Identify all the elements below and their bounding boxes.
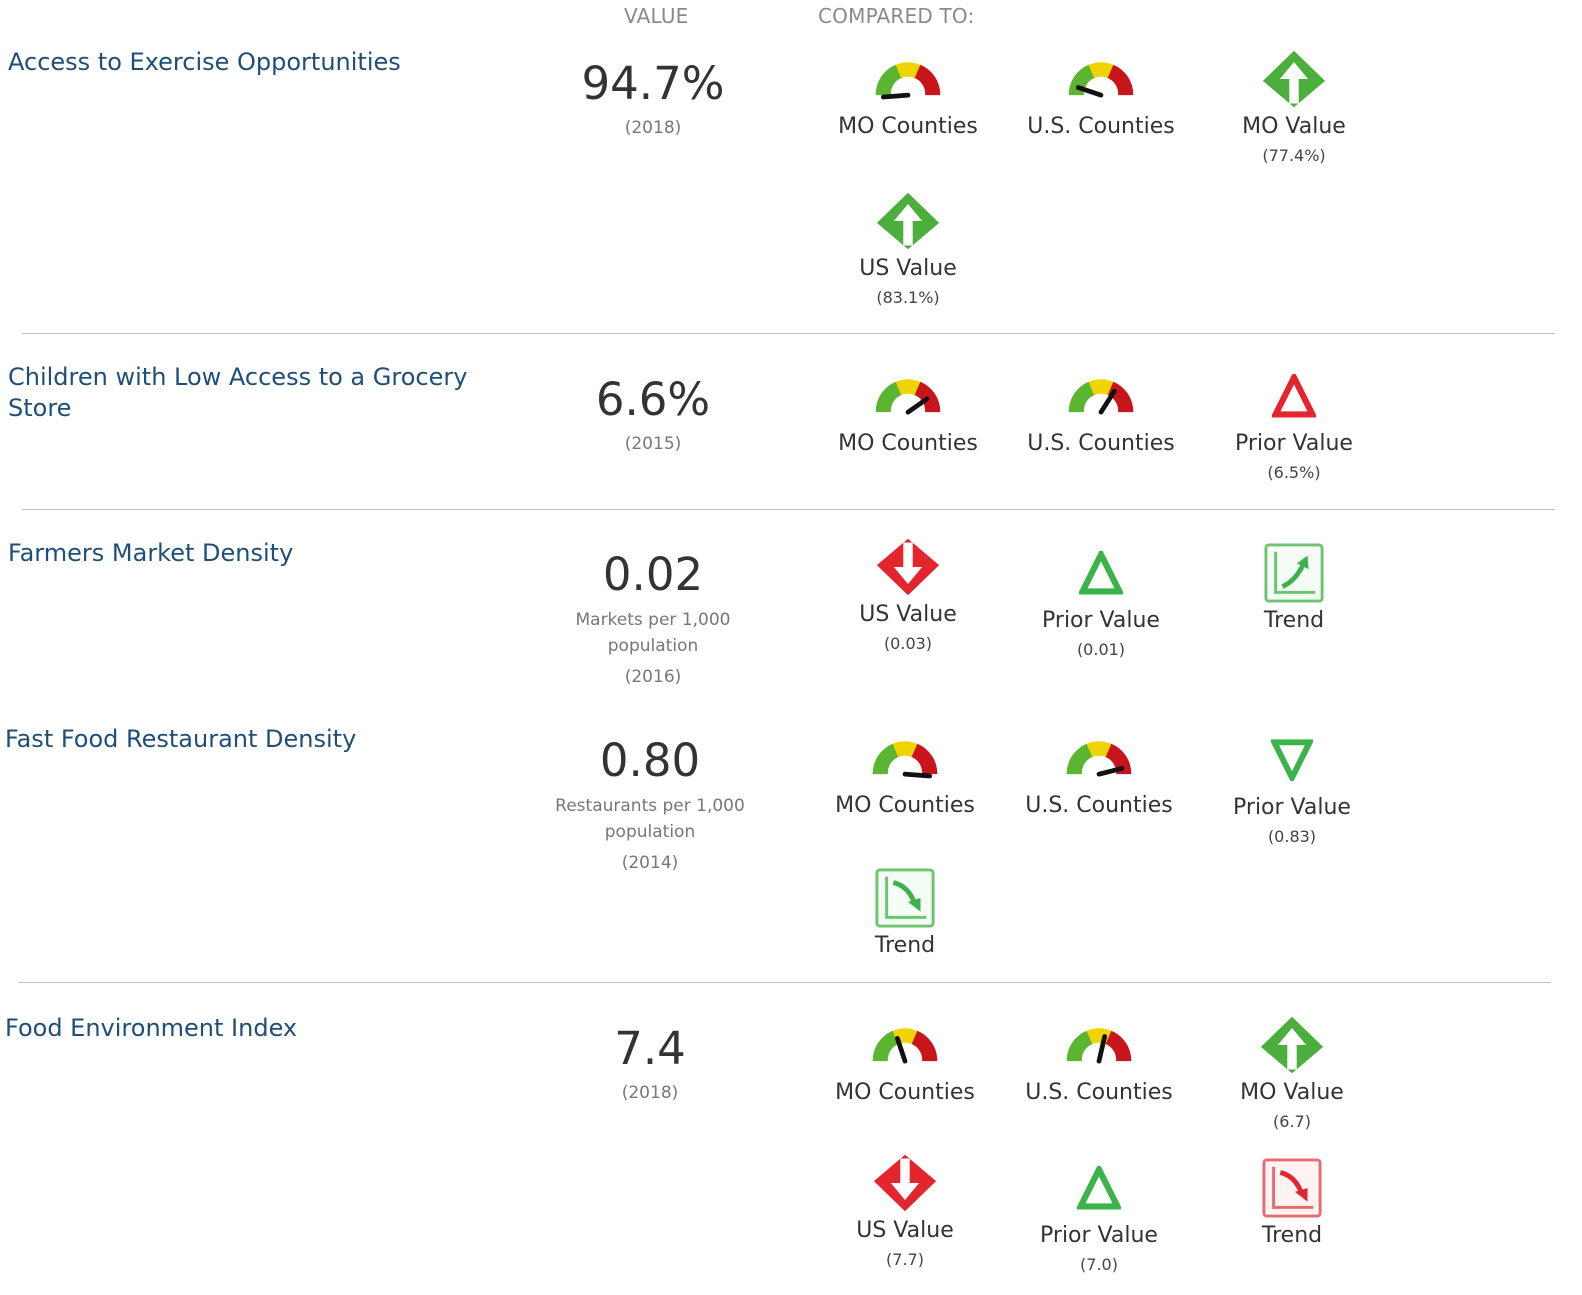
comparison-trend[interactable]: Trend — [1199, 542, 1389, 634]
indicator-title-link[interactable]: Farmers Market Density — [8, 538, 478, 569]
green-up-triangle-icon — [1004, 1157, 1194, 1219]
comparison-label: MO Counties — [838, 431, 978, 456]
green-up-diamond-icon — [813, 190, 1003, 252]
comparison-mo-value[interactable]: MO Value (77.4%) — [1199, 48, 1389, 165]
comparison-label: U.S. Counties — [1027, 431, 1175, 456]
comparison-label: Prior Value — [1235, 431, 1353, 456]
comparison-us-value[interactable]: US Value (0.03) — [813, 536, 1003, 653]
comparison-mo-value[interactable]: MO Value (6.7) — [1197, 1014, 1387, 1131]
gauge-icon — [810, 1014, 1000, 1076]
green-trend-down-icon — [810, 867, 1000, 929]
comparison-value: (7.7) — [886, 1250, 924, 1269]
comparison-label: Prior Value — [1042, 608, 1160, 633]
compared-to-column-header: COMPARED TO: — [818, 4, 975, 28]
comparison-label: US Value — [859, 256, 957, 281]
comparison-value: (6.5%) — [1267, 463, 1321, 482]
comparison-label: MO Value — [1240, 1080, 1344, 1105]
gauge-icon — [1006, 365, 1196, 427]
comparison-label: MO Counties — [838, 114, 978, 139]
green-down-triangle-icon — [1197, 729, 1387, 791]
comparison-label: Trend — [874, 933, 936, 958]
comparison-value: (0.01) — [1076, 640, 1126, 659]
comparison-label: Prior Value — [1233, 795, 1351, 820]
indicator-value: 94.7% — [581, 57, 725, 110]
gauge-icon — [1006, 48, 1196, 110]
comparison-trend[interactable]: Trend — [1197, 1157, 1387, 1249]
comparison-label: Trend — [1263, 608, 1325, 633]
comparison-trend[interactable]: Trend — [810, 867, 1000, 959]
comparison-label: U.S. Counties — [1025, 1080, 1173, 1105]
indicator-year: (2018) — [624, 118, 682, 138]
gauge-icon — [813, 48, 1003, 110]
indicator-title-link[interactable]: Fast Food Restaurant Density — [5, 724, 475, 755]
comparison-label: U.S. Counties — [1027, 114, 1175, 139]
gauge-icon — [810, 727, 1000, 789]
gauge-icon — [1004, 1014, 1194, 1076]
comparison-mo-counties[interactable]: MO Counties — [813, 365, 1003, 457]
indicator-value: 7.4 — [614, 1022, 686, 1075]
comparison-us-counties[interactable]: U.S. Counties — [1004, 1014, 1194, 1106]
row-divider — [22, 333, 1555, 334]
green-trend-up-icon — [1199, 542, 1389, 604]
comparison-mo-counties[interactable]: MO Counties — [810, 1014, 1000, 1106]
comparison-prior-value[interactable]: Prior Value (6.5%) — [1199, 365, 1389, 482]
indicator-year: (2015) — [624, 434, 682, 454]
red-down-diamond-icon — [810, 1152, 1000, 1214]
comparison-us-counties[interactable]: U.S. Counties — [1006, 365, 1196, 457]
indicator-year: (2014) — [621, 853, 679, 873]
indicator-value: 6.6% — [595, 373, 711, 426]
value-column-header: VALUE — [624, 4, 689, 28]
comparison-us-counties[interactable]: U.S. Counties — [1006, 48, 1196, 140]
comparison-label: US Value — [856, 1218, 954, 1243]
indicator-unit: Markets per 1,000 population — [575, 610, 731, 656]
red-trend-down-icon — [1197, 1157, 1387, 1219]
indicator-year: (2016) — [624, 667, 682, 687]
comparison-value: (77.4%) — [1262, 146, 1326, 165]
comparison-prior-value[interactable]: Prior Value (0.01) — [1006, 542, 1196, 659]
comparison-mo-counties[interactable]: MO Counties — [810, 727, 1000, 819]
indicator-year: (2018) — [621, 1083, 679, 1103]
comparison-value: (6.7) — [1273, 1112, 1311, 1131]
green-up-diamond-icon — [1197, 1014, 1387, 1076]
indicator-title-link[interactable]: Access to Exercise Opportunities — [8, 47, 478, 78]
gauge-icon — [813, 365, 1003, 427]
comparison-label: U.S. Counties — [1025, 793, 1173, 818]
indicator-value-block: 0.80 Restaurants per 1,000 population (2… — [540, 734, 760, 874]
indicator-unit: Restaurants per 1,000 population — [555, 796, 745, 842]
comparison-label: Prior Value — [1040, 1223, 1158, 1248]
indicator-title-link[interactable]: Children with Low Access to a Grocery St… — [8, 362, 478, 424]
comparison-value: (0.83) — [1267, 827, 1317, 846]
comparison-mo-counties[interactable]: MO Counties — [813, 48, 1003, 140]
red-up-triangle-icon — [1199, 365, 1389, 427]
indicator-title-link[interactable]: Food Environment Index — [5, 1013, 475, 1044]
row-divider — [22, 509, 1555, 510]
indicator-value-block: 6.6% (2015) — [543, 373, 763, 455]
gauge-icon — [1004, 727, 1194, 789]
indicator-value: 0.02 — [602, 548, 704, 601]
green-up-triangle-icon — [1006, 542, 1196, 604]
green-up-diamond-icon — [1199, 48, 1389, 110]
row-divider — [18, 982, 1551, 983]
comparison-us-counties[interactable]: U.S. Counties — [1004, 727, 1194, 819]
comparison-label: Trend — [1261, 1223, 1323, 1248]
comparison-label: MO Value — [1242, 114, 1346, 139]
indicator-value-block: 0.02 Markets per 1,000 population (2016) — [543, 548, 763, 688]
comparison-prior-value[interactable]: Prior Value (0.83) — [1197, 729, 1387, 846]
comparison-label: MO Counties — [835, 793, 975, 818]
comparison-prior-value[interactable]: Prior Value (7.0) — [1004, 1157, 1194, 1274]
comparison-us-value[interactable]: US Value (7.7) — [810, 1152, 1000, 1269]
indicator-value-block: 94.7% (2018) — [543, 57, 763, 139]
comparison-us-value[interactable]: US Value (83.1%) — [813, 190, 1003, 307]
comparison-label: MO Counties — [835, 1080, 975, 1105]
comparison-value: (0.03) — [883, 634, 933, 653]
red-down-diamond-icon — [813, 536, 1003, 598]
indicator-value-block: 7.4 (2018) — [540, 1022, 760, 1104]
comparison-label: US Value — [859, 602, 957, 627]
indicator-value: 0.80 — [599, 734, 701, 787]
comparison-value: (83.1%) — [876, 288, 940, 307]
comparison-value: (7.0) — [1080, 1255, 1118, 1274]
